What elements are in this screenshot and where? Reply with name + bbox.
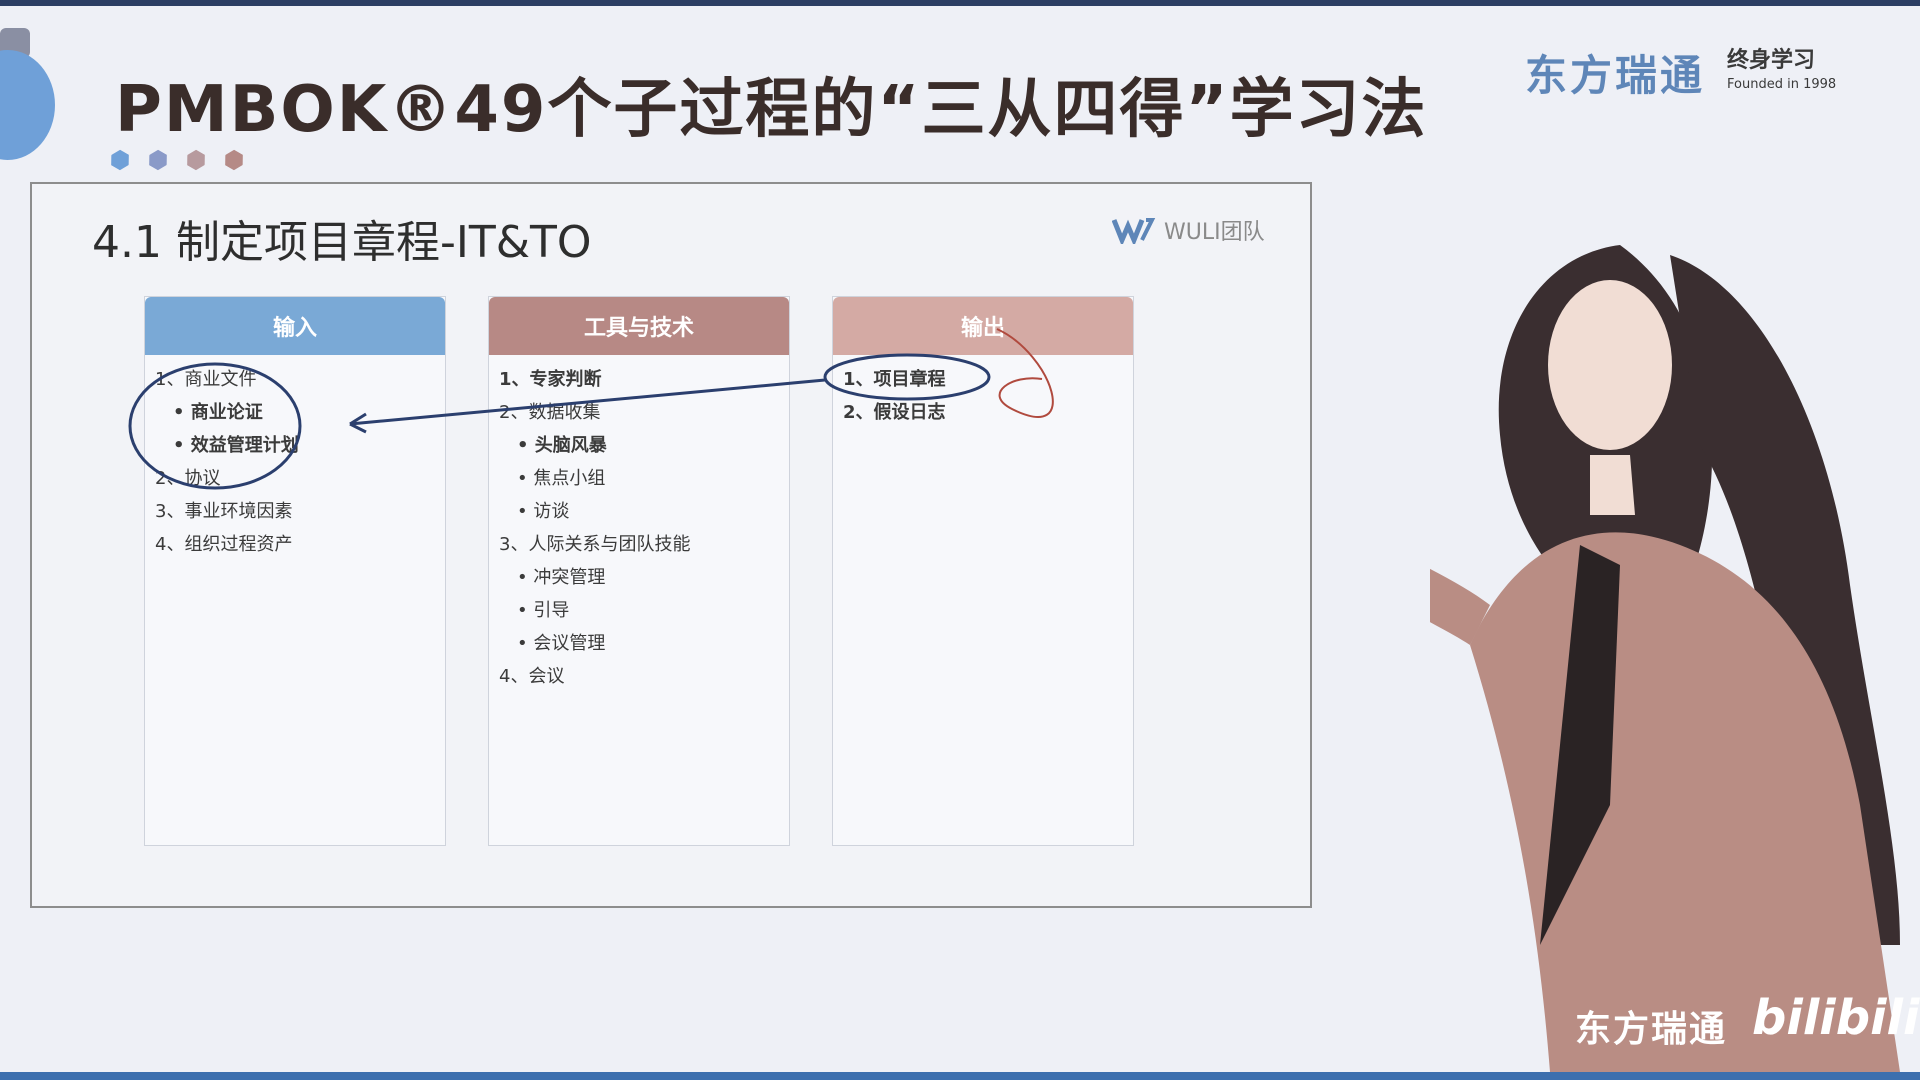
list-item: • 引导 (517, 600, 570, 621)
wuli-logo: WULI团队 (1112, 214, 1265, 246)
list-item: 2、数据收集 (499, 402, 601, 423)
list-item: 2、协议 (155, 468, 221, 489)
list-item: 3、人际关系与团队技能 (499, 534, 691, 555)
slide-panel: 4.1 制定项目章程-IT&TO WULI团队 输入 1、商业文件 • 商业论证… (30, 182, 1312, 908)
top-bar (0, 0, 1920, 6)
brand-founded: Founded in 1998 (1727, 76, 1837, 92)
list-item: 1、商业文件 (155, 369, 257, 390)
tools-list: 1、专家判断 2、数据收集 • 头脑风暴 • 焦点小组 • 访谈 3、人际关系与… (489, 355, 789, 693)
list-item: • 访谈 (517, 501, 570, 522)
hexagon-dot-icon (182, 146, 209, 173)
column-header-input: 输入 (145, 297, 445, 355)
list-item: 2、假设日志 (843, 402, 946, 423)
brand-subtitle: 终身学习 Founded in 1998 (1727, 47, 1837, 97)
bilibili-logo: bilibili (1752, 990, 1920, 1046)
column-tools: 工具与技术 1、专家判断 2、数据收集 • 头脑风暴 • 焦点小组 • 访谈 3… (488, 296, 790, 846)
column-header-output: 输出 (833, 297, 1133, 355)
hexagon-dot-icon (106, 146, 133, 173)
column-input: 输入 1、商业文件 • 商业论证 • 效益管理计划 2、协议 3、事业环境因素 … (144, 296, 446, 846)
brand-logo: 东方瑞通 终身学习 Founded in 1998 (1525, 42, 1836, 103)
column-output: 输出 1、项目章程 2、假设日志 (832, 296, 1134, 846)
hexagon-dot-icon (220, 146, 247, 173)
list-item: 3、事业环境因素 (155, 501, 293, 522)
list-item: • 头脑风暴 (517, 435, 607, 456)
column-header-tools: 工具与技术 (489, 297, 789, 355)
list-item: 4、组织过程资产 (155, 534, 293, 555)
list-item: 1、专家判断 (499, 369, 602, 390)
brand-slogan: 终身学习 (1727, 47, 1816, 73)
wuli-logo-text: WULI团队 (1164, 220, 1265, 245)
list-item: • 冲突管理 (517, 567, 606, 588)
list-item: • 会议管理 (517, 633, 606, 654)
bottom-bar (0, 1072, 1920, 1080)
list-item: 4、会议 (499, 666, 565, 687)
list-item: • 效益管理计划 (173, 435, 299, 456)
footer-brand: 东方瑞通 (1575, 1009, 1728, 1050)
title-dots (110, 150, 244, 170)
presenter-figure (1430, 245, 1900, 1072)
input-list: 1、商业文件 • 商业论证 • 效益管理计划 2、协议 3、事业环境因素 4、组… (145, 355, 445, 561)
brand-name: 东方瑞通 (1525, 51, 1706, 100)
hexagon-dot-icon (144, 146, 171, 173)
list-item: 1、项目章程 (843, 369, 946, 390)
wuli-mark-icon (1112, 218, 1156, 244)
page-title: PMBOK®49个子过程的“三从四得”学习法 (115, 73, 1428, 147)
slide-title: 4.1 制定项目章程-IT&TO (92, 217, 592, 268)
list-item: • 商业论证 (173, 402, 263, 423)
list-item: • 焦点小组 (517, 468, 606, 489)
decorative-circle (0, 50, 55, 160)
output-list: 1、项目章程 2、假设日志 (833, 355, 1133, 429)
